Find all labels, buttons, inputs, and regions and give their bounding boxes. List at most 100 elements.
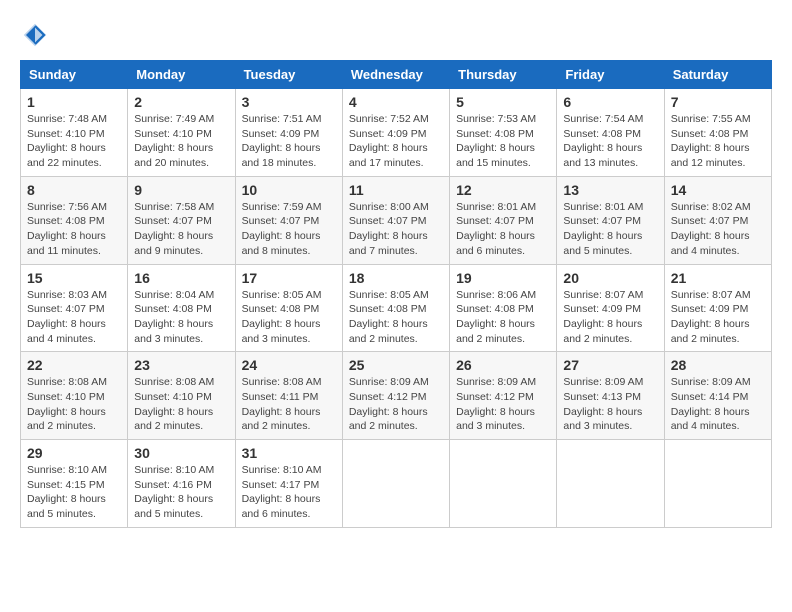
day-number: 4	[349, 94, 443, 110]
day-number: 28	[671, 357, 765, 373]
calendar-cell: 31 Sunrise: 8:10 AM Sunset: 4:17 PM Dayli…	[235, 440, 342, 528]
day-info: Sunrise: 7:59 AM Sunset: 4:07 PM Dayligh…	[242, 200, 336, 259]
day-number: 20	[563, 270, 657, 286]
calendar-cell: 8 Sunrise: 7:56 AM Sunset: 4:08 PM Daylig…	[21, 176, 128, 264]
calendar-cell: 29 Sunrise: 8:10 AM Sunset: 4:15 PM Dayli…	[21, 440, 128, 528]
calendar-cell: 15 Sunrise: 8:03 AM Sunset: 4:07 PM Dayli…	[21, 264, 128, 352]
day-number: 26	[456, 357, 550, 373]
day-number: 2	[134, 94, 228, 110]
calendar-cell	[342, 440, 449, 528]
header-row: SundayMondayTuesdayWednesdayThursdayFrid…	[21, 61, 772, 89]
day-number: 22	[27, 357, 121, 373]
day-info: Sunrise: 8:08 AM Sunset: 4:10 PM Dayligh…	[27, 375, 121, 434]
day-info: Sunrise: 8:02 AM Sunset: 4:07 PM Dayligh…	[671, 200, 765, 259]
day-info: Sunrise: 7:54 AM Sunset: 4:08 PM Dayligh…	[563, 112, 657, 171]
calendar-cell	[557, 440, 664, 528]
header-day-saturday: Saturday	[664, 61, 771, 89]
day-info: Sunrise: 7:53 AM Sunset: 4:08 PM Dayligh…	[456, 112, 550, 171]
day-info: Sunrise: 8:09 AM Sunset: 4:12 PM Dayligh…	[349, 375, 443, 434]
day-info: Sunrise: 8:01 AM Sunset: 4:07 PM Dayligh…	[563, 200, 657, 259]
day-info: Sunrise: 8:03 AM Sunset: 4:07 PM Dayligh…	[27, 288, 121, 347]
logo	[20, 20, 54, 50]
calendar-cell: 14 Sunrise: 8:02 AM Sunset: 4:07 PM Dayli…	[664, 176, 771, 264]
calendar-cell: 22 Sunrise: 8:08 AM Sunset: 4:10 PM Dayli…	[21, 352, 128, 440]
day-number: 27	[563, 357, 657, 373]
calendar-cell: 24 Sunrise: 8:08 AM Sunset: 4:11 PM Dayli…	[235, 352, 342, 440]
week-row-4: 22 Sunrise: 8:08 AM Sunset: 4:10 PM Dayli…	[21, 352, 772, 440]
day-info: Sunrise: 8:10 AM Sunset: 4:17 PM Dayligh…	[242, 463, 336, 522]
day-number: 1	[27, 94, 121, 110]
day-info: Sunrise: 8:09 AM Sunset: 4:12 PM Dayligh…	[456, 375, 550, 434]
week-row-5: 29 Sunrise: 8:10 AM Sunset: 4:15 PM Dayli…	[21, 440, 772, 528]
day-info: Sunrise: 7:55 AM Sunset: 4:08 PM Dayligh…	[671, 112, 765, 171]
day-info: Sunrise: 8:07 AM Sunset: 4:09 PM Dayligh…	[671, 288, 765, 347]
calendar-table: SundayMondayTuesdayWednesdayThursdayFrid…	[20, 60, 772, 528]
calendar-cell: 1 Sunrise: 7:48 AM Sunset: 4:10 PM Daylig…	[21, 89, 128, 177]
calendar-cell: 4 Sunrise: 7:52 AM Sunset: 4:09 PM Daylig…	[342, 89, 449, 177]
day-number: 12	[456, 182, 550, 198]
day-number: 14	[671, 182, 765, 198]
day-info: Sunrise: 8:08 AM Sunset: 4:10 PM Dayligh…	[134, 375, 228, 434]
day-number: 18	[349, 270, 443, 286]
calendar-cell: 17 Sunrise: 8:05 AM Sunset: 4:08 PM Dayli…	[235, 264, 342, 352]
calendar-cell: 18 Sunrise: 8:05 AM Sunset: 4:08 PM Dayli…	[342, 264, 449, 352]
calendar-cell: 25 Sunrise: 8:09 AM Sunset: 4:12 PM Dayli…	[342, 352, 449, 440]
calendar-cell: 26 Sunrise: 8:09 AM Sunset: 4:12 PM Dayli…	[450, 352, 557, 440]
day-info: Sunrise: 7:48 AM Sunset: 4:10 PM Dayligh…	[27, 112, 121, 171]
day-info: Sunrise: 8:05 AM Sunset: 4:08 PM Dayligh…	[242, 288, 336, 347]
day-info: Sunrise: 7:49 AM Sunset: 4:10 PM Dayligh…	[134, 112, 228, 171]
calendar-cell: 20Sunrise: 8:07 AM Sunset: 4:09 PM Dayli…	[557, 264, 664, 352]
day-number: 9	[134, 182, 228, 198]
day-info: Sunrise: 8:10 AM Sunset: 4:16 PM Dayligh…	[134, 463, 228, 522]
header-day-friday: Friday	[557, 61, 664, 89]
day-info: Sunrise: 8:00 AM Sunset: 4:07 PM Dayligh…	[349, 200, 443, 259]
day-info: Sunrise: 7:51 AM Sunset: 4:09 PM Dayligh…	[242, 112, 336, 171]
calendar-cell	[664, 440, 771, 528]
day-number: 30	[134, 445, 228, 461]
day-number: 3	[242, 94, 336, 110]
day-number: 29	[27, 445, 121, 461]
week-row-1: 1 Sunrise: 7:48 AM Sunset: 4:10 PM Daylig…	[21, 89, 772, 177]
day-number: 17	[242, 270, 336, 286]
day-info: Sunrise: 8:09 AM Sunset: 4:14 PM Dayligh…	[671, 375, 765, 434]
day-number: 13	[563, 182, 657, 198]
day-info: Sunrise: 7:52 AM Sunset: 4:09 PM Dayligh…	[349, 112, 443, 171]
day-number: 8	[27, 182, 121, 198]
day-number: 25	[349, 357, 443, 373]
calendar-cell: 5 Sunrise: 7:53 AM Sunset: 4:08 PM Daylig…	[450, 89, 557, 177]
day-number: 24	[242, 357, 336, 373]
calendar-body: 1 Sunrise: 7:48 AM Sunset: 4:10 PM Daylig…	[21, 89, 772, 528]
day-info: Sunrise: 8:06 AM Sunset: 4:08 PM Dayligh…	[456, 288, 550, 347]
header-day-tuesday: Tuesday	[235, 61, 342, 89]
calendar-cell: 30 Sunrise: 8:10 AM Sunset: 4:16 PM Dayli…	[128, 440, 235, 528]
calendar-cell: 12Sunrise: 8:01 AM Sunset: 4:07 PM Dayli…	[450, 176, 557, 264]
calendar-cell: 21Sunrise: 8:07 AM Sunset: 4:09 PM Dayli…	[664, 264, 771, 352]
week-row-3: 15 Sunrise: 8:03 AM Sunset: 4:07 PM Dayli…	[21, 264, 772, 352]
header-day-wednesday: Wednesday	[342, 61, 449, 89]
calendar-cell: 3 Sunrise: 7:51 AM Sunset: 4:09 PM Daylig…	[235, 89, 342, 177]
calendar-cell: 27Sunrise: 8:09 AM Sunset: 4:13 PM Dayli…	[557, 352, 664, 440]
day-info: Sunrise: 7:56 AM Sunset: 4:08 PM Dayligh…	[27, 200, 121, 259]
day-number: 19	[456, 270, 550, 286]
calendar-cell: 16Sunrise: 8:04 AM Sunset: 4:08 PM Dayli…	[128, 264, 235, 352]
calendar-cell: 10 Sunrise: 7:59 AM Sunset: 4:07 PM Dayli…	[235, 176, 342, 264]
day-number: 31	[242, 445, 336, 461]
week-row-2: 8 Sunrise: 7:56 AM Sunset: 4:08 PM Daylig…	[21, 176, 772, 264]
calendar-cell: 6Sunrise: 7:54 AM Sunset: 4:08 PM Daylig…	[557, 89, 664, 177]
logo-icon	[20, 20, 50, 50]
day-number: 10	[242, 182, 336, 198]
day-number: 15	[27, 270, 121, 286]
day-number: 5	[456, 94, 550, 110]
day-info: Sunrise: 8:05 AM Sunset: 4:08 PM Dayligh…	[349, 288, 443, 347]
calendar-cell: 28 Sunrise: 8:09 AM Sunset: 4:14 PM Dayli…	[664, 352, 771, 440]
day-info: Sunrise: 8:10 AM Sunset: 4:15 PM Dayligh…	[27, 463, 121, 522]
header	[20, 20, 772, 50]
header-day-thursday: Thursday	[450, 61, 557, 89]
day-number: 11	[349, 182, 443, 198]
header-day-monday: Monday	[128, 61, 235, 89]
calendar-cell: 13 Sunrise: 8:01 AM Sunset: 4:07 PM Dayli…	[557, 176, 664, 264]
day-info: Sunrise: 8:04 AM Sunset: 4:08 PM Dayligh…	[134, 288, 228, 347]
day-info: Sunrise: 8:08 AM Sunset: 4:11 PM Dayligh…	[242, 375, 336, 434]
calendar-cell: 2 Sunrise: 7:49 AM Sunset: 4:10 PM Daylig…	[128, 89, 235, 177]
day-number: 23	[134, 357, 228, 373]
